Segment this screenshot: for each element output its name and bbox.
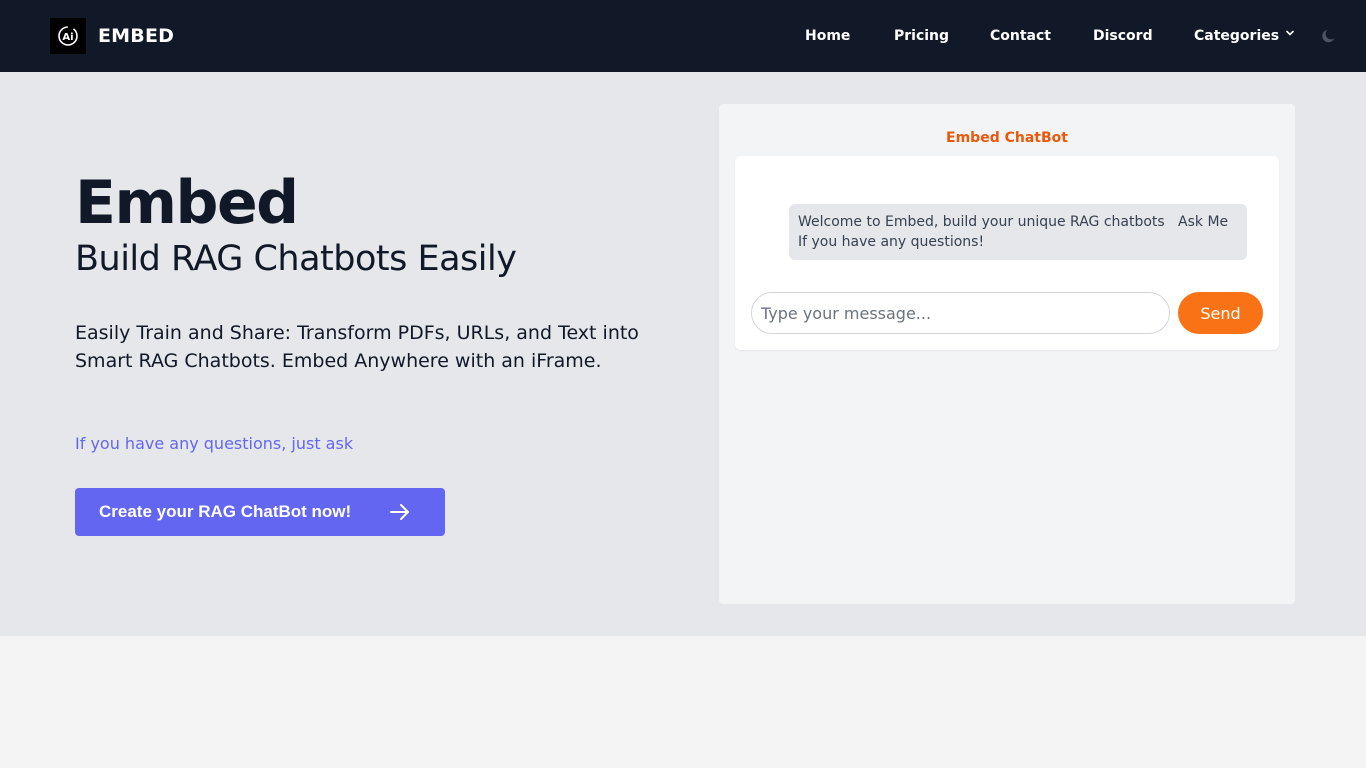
logo[interactable]: Ai — [50, 18, 86, 54]
arrow-right-icon — [390, 504, 409, 520]
nav-link-contact[interactable]: Contact — [990, 26, 1051, 46]
lower-section — [0, 636, 1366, 768]
create-chatbot-button[interactable]: Create your RAG ChatBot now! — [75, 488, 445, 536]
svg-text:Ai: Ai — [62, 32, 73, 43]
ai-logo-icon: Ai — [58, 26, 78, 46]
nav-link-discord[interactable]: Discord — [1093, 26, 1153, 46]
moon-icon[interactable] — [1320, 27, 1338, 45]
chatbot-panel: Embed ChatBot Welcome to Embed, build yo… — [719, 104, 1295, 604]
chevron-down-icon — [1286, 30, 1294, 36]
hero-description: Easily Train and Share: Transform PDFs, … — [75, 322, 639, 372]
welcome-message: Welcome to Embed, build your unique RAG … — [789, 204, 1247, 260]
nav-link-pricing[interactable]: Pricing — [894, 26, 949, 46]
hero-section: Embed Build RAG Chatbots Easily Easily T… — [0, 72, 1366, 636]
categories-label: Categories — [1194, 28, 1280, 44]
chatbot-title: Embed ChatBot — [946, 130, 1068, 146]
ask-questions-link[interactable]: If you have any questions, just ask — [75, 433, 353, 455]
create-chatbot-label: Create your RAG ChatBot now! — [99, 502, 352, 521]
message-input[interactable] — [751, 292, 1170, 334]
top-navbar: Ai EMBED Home Pricing Contact Discord Ca… — [0, 0, 1366, 72]
brand-name[interactable]: EMBED — [98, 24, 174, 48]
categories-dropdown[interactable]: Categories — [1194, 26, 1295, 46]
hero-title: Embed — [75, 168, 299, 238]
nav-link-home[interactable]: Home — [805, 26, 850, 46]
hero-subtitle: Build RAG Chatbots Easily — [75, 239, 517, 279]
send-button[interactable]: Send — [1178, 292, 1263, 334]
chat-window: Welcome to Embed, build your unique RAG … — [735, 156, 1279, 350]
